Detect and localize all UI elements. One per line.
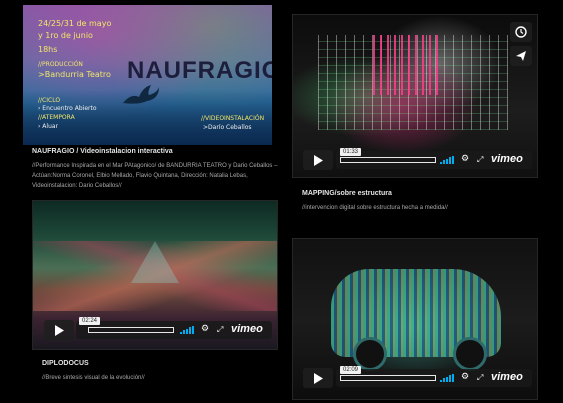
vimeo-logo[interactable]: vimeo xyxy=(231,323,263,335)
video-frame-wheel xyxy=(453,337,487,371)
progress-track[interactable] xyxy=(88,327,174,333)
progress-track[interactable] xyxy=(340,375,436,381)
video-time-tooltip: 02:24 xyxy=(79,317,101,325)
play-button[interactable] xyxy=(303,368,333,388)
poster-credit: >Darío Ceballos xyxy=(203,124,252,131)
gear-icon[interactable]: ⚙ xyxy=(461,373,470,382)
volume-icon[interactable] xyxy=(180,326,194,334)
poster-dates: 24/25/31 de mayo xyxy=(38,19,112,28)
whale-tail-icon xyxy=(123,85,159,104)
poster-dates-2: y 1ro de junio xyxy=(38,31,93,40)
player-controls-bar: ⚙ ⤢ vimeo xyxy=(336,151,532,169)
player-controls-bar: ⚙ ⤢ vimeo xyxy=(76,321,272,339)
progress-track[interactable] xyxy=(340,157,436,163)
poster-cast-2-label: //ATEMPORA xyxy=(38,114,75,121)
poster-cast-label: //CICLO xyxy=(38,97,61,104)
item-title: DIPLODOCUS xyxy=(42,360,89,367)
clock-icon[interactable] xyxy=(510,22,532,42)
fullscreen-icon[interactable]: ⤢ xyxy=(217,325,226,334)
gear-icon[interactable]: ⚙ xyxy=(201,325,210,334)
video-time-tooltip: 01:33 xyxy=(340,148,362,156)
volume-icon[interactable] xyxy=(440,156,454,164)
play-icon xyxy=(314,372,323,384)
video-time-tooltip: 02:09 xyxy=(340,366,362,374)
poster-title: NAUFRAGIO xyxy=(127,57,272,84)
poster-cast-1: › Encuentro Abierto xyxy=(38,105,97,112)
volume-icon[interactable] xyxy=(440,374,454,382)
item-title: MAPPING/sobre estructura xyxy=(302,190,392,197)
item-description: //Performance Inspirada en el Mar PAtago… xyxy=(32,163,278,189)
play-icon xyxy=(314,154,323,166)
play-icon xyxy=(55,324,64,336)
play-button[interactable] xyxy=(44,320,74,340)
poster-production-label: //PRODUCCIÓN xyxy=(38,61,83,68)
video-frame-lights xyxy=(373,35,443,95)
item-title: NAUFRAGIO / Videoinstalacion interactiva xyxy=(32,148,173,155)
video-frame-triangle xyxy=(131,241,179,283)
vimeo-logo[interactable]: vimeo xyxy=(491,153,523,165)
item-description: //intervencion digital sobre estructura … xyxy=(302,205,448,211)
poster-time: 18hs xyxy=(38,45,58,54)
poster-credit-label: //VIDEOINSTALACIÓN xyxy=(201,115,265,122)
send-icon[interactable] xyxy=(510,46,532,66)
item-description: //Breve sintesis visual de la evolución/… xyxy=(42,375,145,381)
fullscreen-icon[interactable]: ⤢ xyxy=(477,373,486,382)
fullscreen-icon[interactable]: ⤢ xyxy=(477,155,486,164)
gear-icon[interactable]: ⚙ xyxy=(461,155,470,164)
poster-cast-2: › Aluar xyxy=(38,123,59,130)
player-controls-bar: ⚙ ⤢ vimeo xyxy=(336,369,532,387)
naufragio-poster[interactable]: 24/25/31 de mayo y 1ro de junio 18hs //P… xyxy=(23,5,272,145)
play-button[interactable] xyxy=(303,150,333,170)
vimeo-logo[interactable]: vimeo xyxy=(491,371,523,383)
poster-company: >Bandurria Teatro xyxy=(38,70,111,79)
